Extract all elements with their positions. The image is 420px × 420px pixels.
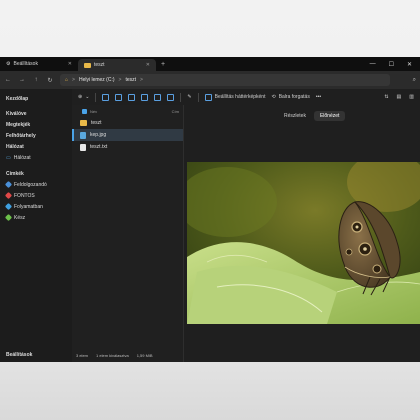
navigation-sidebar: Kezdőlap Kiválóve Megtekjék Felhőtárhely… xyxy=(0,89,72,362)
tag-icon xyxy=(4,213,13,222)
image-icon xyxy=(204,93,212,101)
tag-label: Feldolgozandó xyxy=(14,181,47,188)
selection-size: 1,59 MiB xyxy=(136,353,153,358)
search-icon[interactable]: ⌕ xyxy=(396,77,416,84)
cut-icon[interactable] xyxy=(102,93,110,101)
address-bar: ← → ↑ ↻ ⌂ > Helyi lemez (C:) > teszt > ⌕ xyxy=(0,71,420,89)
close-window-icon[interactable]: ✕ xyxy=(407,61,412,68)
tag-label: Kész xyxy=(14,214,26,221)
sidebar-tag-important[interactable]: FONTOS xyxy=(4,190,68,201)
tag-label: Folyamatban xyxy=(14,203,43,210)
details-pane-icon[interactable]: ▥ xyxy=(409,94,414,100)
sidebar-settings[interactable]: Beállítások xyxy=(6,352,32,358)
sidebar-tag-in-progress[interactable]: Folyamatban xyxy=(4,201,68,212)
sidebar-item-favorites[interactable]: Kiválóve xyxy=(4,108,68,119)
breadcrumb-separator: > xyxy=(118,77,122,83)
sidebar-item-label: Hálózat xyxy=(13,154,31,161)
set-background-label: Beállítás háttérképként xyxy=(214,94,266,100)
chevron-down-icon: ⌄ xyxy=(85,94,90,100)
file-list: Név Cím teszt kep.jpg teszt.txt 3 elem 1… xyxy=(72,105,184,362)
window-controls: — ☐ ✕ xyxy=(370,57,420,71)
layout-icon[interactable]: ▤ xyxy=(397,94,402,100)
edit-icon[interactable]: ✎ xyxy=(187,94,191,100)
status-bar: 3 elem 1 elem kiválasztva 1,59 MiB xyxy=(72,349,184,362)
file-name: teszt.txt xyxy=(90,144,108,150)
tag-icon xyxy=(4,202,13,211)
toolbar-divider xyxy=(197,92,199,102)
set-background-button[interactable]: Beállítás háttérképként xyxy=(204,93,266,101)
sidebar-tag-todo[interactable]: Feldolgozandó xyxy=(4,179,68,190)
folder-icon xyxy=(84,62,91,68)
tag-icon xyxy=(4,180,13,189)
rotate-label: Balra forgatás xyxy=(278,94,310,100)
close-icon[interactable]: ✕ xyxy=(146,62,150,68)
sidebar-item-shared[interactable]: Megtekjék xyxy=(4,119,68,130)
rename-icon[interactable] xyxy=(141,93,149,101)
tag-label: FONTOS xyxy=(14,192,35,199)
column-header-name[interactable]: Név xyxy=(90,109,97,114)
sidebar-item-home[interactable]: Kezdőlap xyxy=(4,93,68,104)
breadcrumb-separator: > xyxy=(72,77,75,83)
file-list-header: Név Cím xyxy=(72,105,183,117)
tab-settings[interactable]: ⚙ Beállítások ✕ xyxy=(0,57,78,71)
folder-icon xyxy=(80,120,87,126)
column-header-title[interactable]: Cím xyxy=(172,109,183,114)
selection-count: 1 elem kiválasztva xyxy=(96,353,129,358)
gear-icon: ⚙ xyxy=(6,61,11,67)
forward-arrow-icon[interactable]: → xyxy=(18,77,26,83)
command-toolbar: ⊕ ⌄ ✎ Beállítás háttérképként ⟲ Balra fo… xyxy=(72,89,420,105)
file-name: kep.jpg xyxy=(90,132,107,138)
new-tab-button[interactable]: + xyxy=(156,57,170,71)
back-arrow-icon[interactable]: ← xyxy=(4,77,12,83)
file-name: teszt xyxy=(91,120,102,126)
tab-teszt[interactable]: teszt ✕ xyxy=(78,59,156,71)
share-icon[interactable] xyxy=(154,93,162,101)
rotate-icon: ⟲ xyxy=(271,94,276,100)
breadcrumb-drive[interactable]: Helyi lemez (C:) xyxy=(79,77,115,83)
sidebar-item-network-sub[interactable]: ▭ Hálózat xyxy=(4,152,68,163)
butterfly-photo xyxy=(187,162,420,324)
list-item[interactable]: kep.jpg xyxy=(72,129,183,141)
add-icon: ⊕ xyxy=(78,94,83,100)
up-arrow-icon[interactable]: ↑ xyxy=(32,77,40,83)
toolbar-divider xyxy=(180,92,182,102)
copy-icon[interactable] xyxy=(115,93,123,101)
sidebar-item-cloud[interactable]: Felhőtárhely xyxy=(4,130,68,141)
tab-details[interactable]: Részletek xyxy=(278,111,312,121)
sort-icon[interactable]: ⇅ xyxy=(384,94,388,100)
refresh-icon[interactable]: ↻ xyxy=(46,77,54,84)
text-file-icon xyxy=(80,143,86,151)
preview-tab-group: Részletek Előnézet xyxy=(278,111,346,121)
address-field[interactable]: ⌂ > Helyi lemez (C:) > teszt > xyxy=(60,74,390,86)
sidebar-item-network[interactable]: Hálózat xyxy=(4,141,68,152)
image-preview xyxy=(187,162,420,324)
tab-preview[interactable]: Előnézet xyxy=(313,111,346,121)
monitor-icon: ▭ xyxy=(6,154,11,161)
tab-label: teszt xyxy=(94,62,105,68)
paste-icon[interactable] xyxy=(128,93,136,101)
more-options-button[interactable]: ••• xyxy=(316,94,321,100)
breadcrumb-separator: > xyxy=(140,77,143,83)
new-button[interactable]: ⊕ ⌄ xyxy=(78,94,89,100)
tags-heading: Címkék xyxy=(6,170,24,177)
tab-bar: ⚙ Beállítások ✕ teszt ✕ + — ☐ ✕ xyxy=(0,57,420,71)
sidebar-tag-done[interactable]: Kész xyxy=(4,212,68,223)
home-icon: ⌂ xyxy=(65,77,69,83)
item-count: 3 elem xyxy=(76,353,89,358)
minimize-icon[interactable]: — xyxy=(370,61,376,67)
breadcrumb-folder[interactable]: teszt xyxy=(125,77,136,83)
list-item[interactable]: teszt.txt xyxy=(72,141,183,153)
select-all-checkbox[interactable] xyxy=(82,108,87,114)
image-file-icon xyxy=(80,131,86,139)
maximize-icon[interactable]: ☐ xyxy=(389,61,394,68)
tag-icon xyxy=(4,191,13,200)
tab-label: Beállítások xyxy=(13,61,38,67)
list-item[interactable]: teszt xyxy=(72,117,183,129)
delete-icon[interactable] xyxy=(167,93,175,101)
view-controls: ⇅ ▤ ▥ xyxy=(384,94,420,100)
rotate-left-button[interactable]: ⟲ Balra forgatás xyxy=(271,94,309,100)
close-icon[interactable]: ✕ xyxy=(68,61,72,67)
toolbar-divider xyxy=(95,92,97,102)
